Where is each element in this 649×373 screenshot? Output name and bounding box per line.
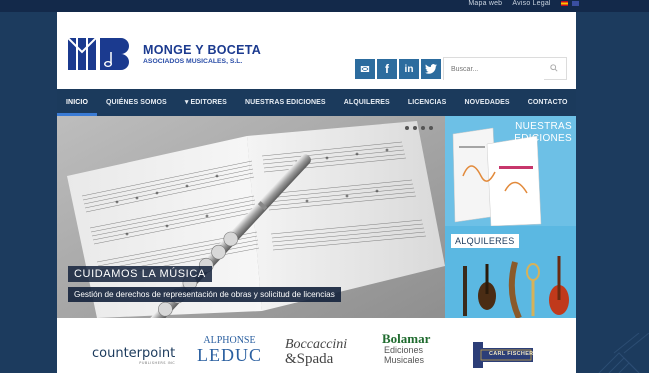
page-container: MONGE Y BOCETA ASOCIADOS MUSICALES, S.L.… (57, 12, 576, 373)
logo-spada-text: &Spada (285, 351, 334, 367)
top-link-legal[interactable]: Aviso Legal (512, 0, 550, 7)
partner-logos: counterpoint PUBLISHERS INC ALPHONSE LED… (57, 318, 576, 373)
brand-text[interactable]: MONGE Y BOCETA ASOCIADOS MUSICALES, S.L. (143, 43, 261, 65)
logo-alphonse-leduc[interactable]: ALPHONSE LEDUC (197, 336, 262, 365)
slider-dot-2[interactable] (413, 126, 417, 130)
panel-alquileres[interactable]: ALQUILERES (445, 226, 576, 318)
slider-dots (405, 126, 433, 130)
nav-inicio[interactable]: INICIO (57, 89, 97, 116)
panel-ediciones-line1: NUESTRAS (515, 121, 572, 132)
logo-carl-fischer[interactable]: CARL FISCHER (465, 342, 535, 373)
nav-licencias[interactable]: LICENCIAS (399, 89, 456, 116)
search-input[interactable] (444, 59, 544, 80)
slider-dot-1[interactable] (405, 126, 409, 130)
top-links: Mapa web Aviso Legal (460, 0, 579, 7)
linkedin-icon[interactable]: in (399, 59, 419, 79)
logo-bolamar-sub2: Musicales (384, 355, 425, 366)
facebook-icon[interactable]: f (377, 59, 397, 79)
flag-uk-icon[interactable] (572, 0, 579, 6)
nav-alquileres[interactable]: ALQUILERES (335, 89, 399, 116)
nav-quienes-somos[interactable]: QUIÉNES SOMOS (97, 89, 176, 116)
nav-contacto[interactable]: CONTACTO (519, 89, 577, 116)
mail-icon[interactable]: ✉ (355, 59, 375, 79)
top-link-sitemap[interactable]: Mapa web (468, 0, 502, 7)
nav-editores[interactable]: ▾ EDITORES (176, 89, 236, 116)
panel-nuestras-ediciones[interactable]: NUESTRAS EDICIONES (445, 116, 576, 226)
logo-bolamar[interactable]: Bolamar Ediciones Musicales (382, 331, 431, 366)
logo-counterpoint-text: counterpoint (92, 346, 176, 361)
panel-ediciones-line2: EDICIONES (514, 133, 572, 144)
mb-logo-icon[interactable] (68, 38, 130, 70)
corner-pattern-icon (598, 333, 649, 373)
logo-carl-fischer-text: CARL FISCHER (489, 351, 534, 357)
nav-novedades[interactable]: NOVEDADES (455, 89, 518, 116)
site-header: MONGE Y BOCETA ASOCIADOS MUSICALES, S.L.… (57, 12, 576, 89)
twitter-icon[interactable] (421, 59, 441, 79)
brand-subtitle: ASOCIADOS MUSICALES, S.L. (143, 58, 243, 65)
flag-spain-icon[interactable] (560, 0, 568, 6)
hero-slider[interactable]: CUIDAMOS LA MÚSICA Gestión de derechos d… (57, 116, 445, 318)
panel-alquileres-title: ALQUILERES (451, 234, 519, 248)
slider-caption-text: Gestión de derechos de representación de… (68, 287, 341, 302)
nav-nuestras-ediciones[interactable]: NUESTRAS EDICIONES (236, 89, 335, 116)
logo-counterpoint-sub: PUBLISHERS INC (139, 361, 176, 365)
slider-dot-3[interactable] (421, 126, 425, 130)
slider-caption-title: CUIDAMOS LA MÚSICA (68, 266, 212, 282)
panel-ediciones-title: NUESTRAS EDICIONES (514, 121, 572, 145)
brand-name: MONGE Y BOCETA (143, 43, 262, 57)
logo-bolamar-text: Bolamar (382, 331, 431, 346)
logo-counterpoint[interactable]: counterpoint PUBLISHERS INC (92, 346, 175, 365)
social-links: ✉ f in (355, 59, 443, 79)
logo-boccaccini-spada[interactable]: Boccaccini &Spada (285, 338, 347, 367)
logo-boccaccini-text: Boccaccini (285, 337, 348, 352)
main-nav: INICIO QUIÉNES SOMOS ▾ EDITORES NUESTRAS… (57, 89, 576, 116)
logo-leduc-text: LEDUC (197, 345, 262, 365)
slider-dot-4[interactable] (429, 126, 433, 130)
search-box (443, 57, 567, 80)
search-icon[interactable] (550, 64, 558, 72)
